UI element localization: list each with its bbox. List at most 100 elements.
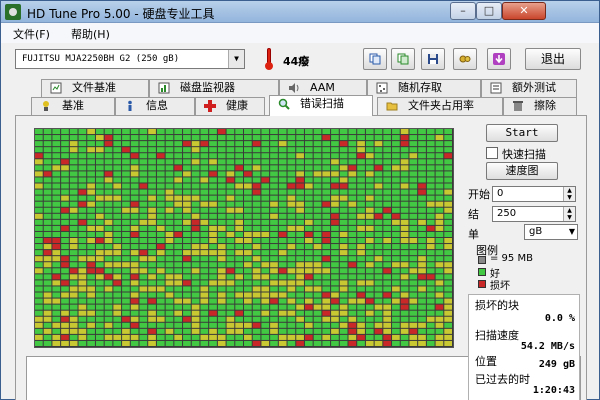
block-cell xyxy=(104,310,113,316)
block-cell xyxy=(183,201,191,207)
tab-random-access[interactable]: 随机存取 xyxy=(367,79,481,97)
close-button[interactable]: ✕ xyxy=(502,2,546,20)
block-cell xyxy=(365,201,374,207)
block-cell xyxy=(357,340,365,346)
tab-health[interactable]: 健康 xyxy=(195,97,265,115)
block-cell xyxy=(139,207,148,213)
block-cell xyxy=(104,340,113,346)
block-cell xyxy=(78,274,87,280)
block-cell xyxy=(156,159,165,165)
block-cell xyxy=(200,225,209,231)
tab-benchmark[interactable]: 基准 xyxy=(31,97,115,115)
block-cell xyxy=(156,328,165,334)
block-cell xyxy=(235,159,243,165)
tab-error-scan[interactable]: 错误扫描 xyxy=(269,95,373,116)
block-cell xyxy=(61,171,69,177)
block-cell xyxy=(313,274,322,280)
block-cell xyxy=(278,183,287,189)
block-cell xyxy=(113,195,122,201)
block-cell xyxy=(130,225,139,231)
copy-screenshot-button[interactable] xyxy=(391,48,415,70)
options-button[interactable] xyxy=(453,48,477,70)
block-cell xyxy=(165,147,174,153)
app-window: HD Tune Pro 5.00 - 硬盘专业工具 – □ ✕ 文件(F) 帮助… xyxy=(0,0,600,400)
block-cell xyxy=(339,334,348,340)
tab-folder-usage[interactable]: 文件夹占用率 xyxy=(377,97,503,115)
block-cell xyxy=(139,340,148,346)
block-cell xyxy=(165,207,174,213)
block-cell xyxy=(348,153,357,159)
block-cell xyxy=(374,244,383,250)
spinner-arrows-icon[interactable]: ▲ ▼ xyxy=(563,207,575,221)
unit-select[interactable]: gB ▼ xyxy=(524,224,578,240)
block-cell xyxy=(35,135,43,141)
block-cell xyxy=(113,286,122,292)
chevron-down-icon[interactable]: ▼ xyxy=(228,50,244,68)
start-button[interactable]: Start xyxy=(486,124,558,142)
block-cell xyxy=(69,141,78,147)
quick-scan-checkbox[interactable] xyxy=(486,147,498,159)
block-cell xyxy=(104,135,113,141)
download-button[interactable] xyxy=(487,48,511,70)
block-cell xyxy=(365,322,374,328)
block-cell xyxy=(322,340,331,346)
block-cell xyxy=(43,153,52,159)
speed-map-button[interactable]: 速度图 xyxy=(486,162,558,180)
block-cell xyxy=(435,201,444,207)
block-cell xyxy=(313,334,322,340)
block-cell xyxy=(339,244,348,250)
block-cell xyxy=(104,201,113,207)
copy-text-button[interactable] xyxy=(363,48,387,70)
block-cell xyxy=(191,340,200,346)
block-cell xyxy=(261,322,270,328)
block-cell xyxy=(217,340,226,346)
save-button[interactable] xyxy=(421,48,445,70)
block-cell xyxy=(174,322,183,328)
menu-help[interactable]: 帮助(H) xyxy=(71,26,110,42)
block-cell xyxy=(270,292,278,298)
block-cell xyxy=(165,310,174,316)
block-cell xyxy=(418,298,426,304)
block-cell xyxy=(444,238,452,244)
drive-select[interactable]: FUJITSU MJA2250BH G2 (250 gB) ▼ xyxy=(15,49,245,69)
block-cell xyxy=(156,322,165,328)
block-cell xyxy=(409,322,418,328)
block-cell xyxy=(200,171,209,177)
block-cell xyxy=(400,183,409,189)
block-cell xyxy=(418,304,426,310)
block-cell xyxy=(418,256,426,262)
block-cell xyxy=(78,322,87,328)
block-cell xyxy=(287,304,296,310)
tab-file-benchmark[interactable]: 文件基准 xyxy=(41,79,149,97)
block-cell xyxy=(322,292,331,298)
block-cell xyxy=(418,177,426,183)
tab-info[interactable]: 信息 xyxy=(115,97,195,115)
block-cell xyxy=(156,268,165,274)
block-cell xyxy=(435,268,444,274)
exit-button[interactable]: 退出 xyxy=(525,48,581,70)
block-cell xyxy=(87,286,95,292)
block-cell xyxy=(409,171,418,177)
block-cell xyxy=(69,225,78,231)
title-bar: HD Tune Pro 5.00 - 硬盘专业工具 – □ ✕ xyxy=(1,1,599,23)
block-cell xyxy=(244,262,252,268)
spinner-arrows-icon[interactable]: ▲ ▼ xyxy=(563,187,575,201)
tab-disk-monitor[interactable]: 磁盘监视器 xyxy=(149,79,279,97)
block-cell xyxy=(174,262,183,268)
start-input[interactable]: 0 ▲ ▼ xyxy=(492,186,576,202)
tab-extra-tests[interactable]: 额外测试 xyxy=(481,79,577,97)
block-cell xyxy=(61,183,69,189)
menu-file[interactable]: 文件(F) xyxy=(13,26,50,42)
block-cell xyxy=(122,262,130,268)
block-cell xyxy=(400,274,409,280)
end-input[interactable]: 250 ▲ ▼ xyxy=(492,206,576,222)
minimize-button[interactable]: – xyxy=(450,2,476,20)
block-cell xyxy=(296,262,304,268)
block-cell xyxy=(217,322,226,328)
block-cell xyxy=(278,135,287,141)
maximize-button[interactable]: □ xyxy=(476,2,502,20)
block-cell xyxy=(148,298,156,304)
tab-erase[interactable]: 擦除 xyxy=(503,97,577,115)
block-cell xyxy=(287,322,296,328)
block-cell xyxy=(252,183,261,189)
